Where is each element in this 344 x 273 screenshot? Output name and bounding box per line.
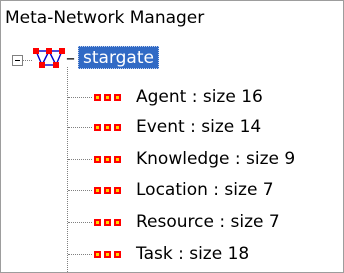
nodeset-icon: [94, 186, 121, 194]
tree-item-knowledge[interactable]: Knowledge : size 9: [94, 145, 295, 173]
tree-connector: [68, 222, 92, 223]
tree-connector: [68, 127, 92, 128]
tree-item-label: Agent : size 16: [136, 87, 263, 107]
tree-item-resource[interactable]: Resource : size 7: [94, 208, 280, 236]
tree-item-event[interactable]: Event : size 14: [94, 113, 261, 141]
nodeset-icon: [94, 123, 121, 131]
network-graph-icon: [33, 48, 65, 68]
meta-network-manager-panel: Meta-Network Manager – stargate Agent : …: [0, 0, 344, 273]
nodeset-icon: [94, 155, 121, 163]
tree-connector: [68, 190, 92, 191]
nodeset-icon: [94, 250, 121, 258]
panel-title: Meta-Network Manager: [5, 8, 205, 28]
tree-connector: [68, 97, 92, 98]
tree-item-label: Task : size 18: [136, 244, 250, 264]
tree-item-label: Event : size 14: [136, 117, 262, 137]
nodeset-icon: [94, 218, 121, 226]
tree-item-agent[interactable]: Agent : size 16: [94, 83, 263, 111]
tree-connector: [68, 254, 92, 255]
tree-connector: [68, 159, 92, 160]
tree-item-label: Knowledge : size 9: [136, 149, 296, 169]
tree-root-stargate[interactable]: stargate: [78, 46, 159, 69]
nodeset-icon: [94, 93, 121, 101]
tree-item-label: Resource : size 7: [136, 212, 280, 232]
tree-item-location[interactable]: Location : size 7: [94, 176, 274, 204]
tree-connector: [23, 60, 32, 61]
tree-item-task[interactable]: Task : size 18: [94, 240, 249, 268]
tree-item-label: Location : size 7: [136, 180, 274, 200]
collapse-toggle-icon[interactable]: [12, 55, 23, 66]
root-dash: –: [66, 48, 75, 69]
